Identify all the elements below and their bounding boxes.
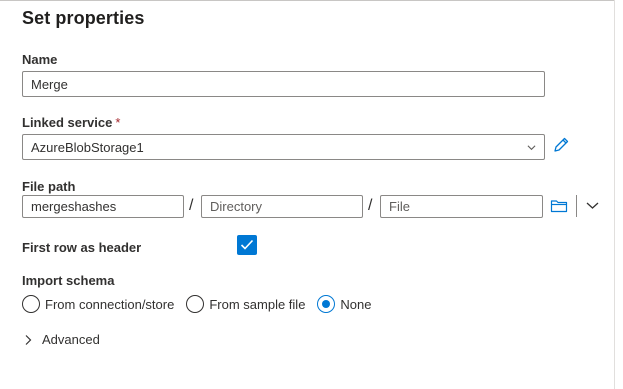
file-placeholder: File [389, 199, 410, 214]
radio-circle [22, 295, 40, 313]
file-path-container-input[interactable]: mergeshashes [22, 195, 184, 218]
linked-service-value: AzureBlobStorage1 [31, 139, 144, 155]
chevron-down-icon[interactable] [586, 201, 599, 210]
radio-label: From sample file [209, 296, 306, 312]
linked-service-label: Linked service * [22, 115, 120, 130]
name-input[interactable]: Merge [22, 71, 545, 97]
radio-circle-selected [317, 295, 336, 313]
radio-option-none[interactable]: None [317, 295, 372, 313]
required-marker: * [115, 115, 121, 130]
panel-top-border [0, 0, 615, 1]
directory-placeholder: Directory [210, 199, 263, 214]
radio-label: From connection/store [45, 296, 175, 312]
path-separator-2: / [368, 197, 373, 214]
linked-service-dropdown[interactable]: AzureBlobStorage1 [22, 134, 545, 160]
name-input-value: Merge [31, 76, 68, 92]
folder-browse-icon[interactable] [550, 198, 568, 214]
checkmark-icon [240, 239, 254, 250]
file-path-file-input[interactable]: File [380, 195, 543, 218]
path-separator-1: / [189, 197, 194, 214]
file-path-directory-input[interactable]: Directory [201, 195, 363, 218]
radio-option-sample-file[interactable]: From sample file [186, 295, 305, 313]
panel-right-border [614, 0, 615, 389]
divider [576, 195, 577, 217]
import-schema-label: Import schema [22, 273, 115, 288]
import-schema-radio-group: From connection/store From sample file N… [22, 294, 384, 314]
radio-circle [186, 295, 205, 313]
advanced-label: Advanced [42, 332, 100, 347]
chevron-down-icon [527, 145, 536, 151]
edit-pencil-icon[interactable] [552, 136, 570, 154]
set-properties-panel: Set properties Name Merge Linked service… [0, 0, 623, 389]
radio-option-connection-store[interactable]: From connection/store [22, 295, 174, 313]
advanced-expander[interactable]: Advanced [24, 332, 100, 347]
radio-label: None [340, 296, 372, 312]
name-label: Name [22, 52, 58, 67]
first-row-header-checkbox[interactable] [237, 235, 257, 255]
panel-title: Set properties [22, 8, 145, 28]
file-path-label: File path [22, 179, 76, 194]
linked-service-label-text: Linked service [22, 115, 113, 130]
chevron-right-icon [25, 334, 32, 345]
first-row-header-label: First row as header [22, 240, 142, 255]
file-path-container-value: mergeshashes [31, 199, 117, 214]
